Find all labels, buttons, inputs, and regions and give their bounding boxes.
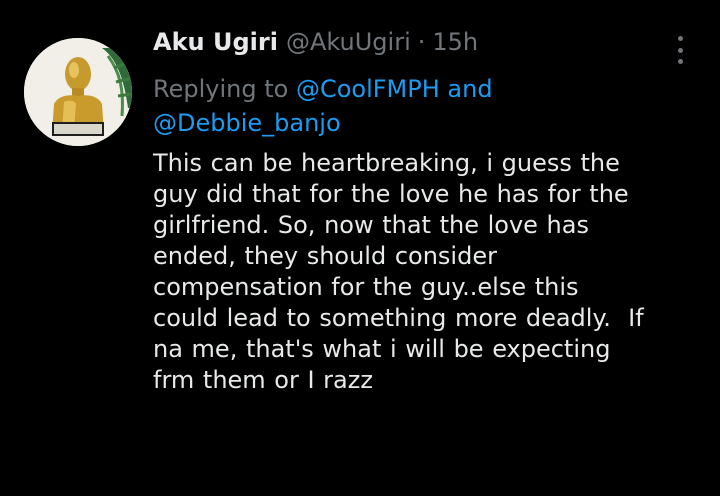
tweet-content: Aku Ugiri @AkuUgiri · 15h Replying to @C…: [153, 28, 693, 396]
timestamp[interactable]: 15h: [432, 28, 478, 56]
tweet-header: Aku Ugiri @AkuUgiri · 15h: [153, 28, 693, 72]
tweet-text: This can be heartbreaking, i guess the g…: [153, 148, 713, 396]
tweet-text-line: girlfriend. So, now that the love has: [153, 211, 589, 239]
tweet-text-line: na me, that's what i will be expecting: [153, 335, 611, 363]
tweet[interactable]: Aku Ugiri @AkuUgiri · 15h Replying to @C…: [0, 0, 720, 496]
separator-dot: ·: [417, 28, 426, 56]
tweet-text-line: This can be heartbreaking, i guess the: [153, 149, 620, 177]
mention-coolfmph[interactable]: @CoolFMPH: [296, 75, 440, 103]
more-dot: [677, 47, 683, 53]
more-options-icon[interactable]: [668, 34, 692, 66]
tweet-text-line: ended, they should consider: [153, 242, 497, 270]
tweet-text-line: guy did that for the love he has for the: [153, 180, 629, 208]
replying-to: Replying to @CoolFMPH and @Debbie_banjo: [153, 72, 623, 140]
tweet-text-line: compensation for the guy..else this: [153, 273, 579, 301]
tweet-text-line: could lead to something more deadly. If: [153, 304, 644, 332]
avatar[interactable]: [24, 38, 132, 146]
user-handle[interactable]: @AkuUgiri: [286, 28, 411, 56]
mention-and-others[interactable]: and: [447, 75, 492, 103]
more-dot: [677, 59, 683, 64]
tweet-text-line: frm them or I razz: [153, 366, 373, 394]
display-name[interactable]: Aku Ugiri: [153, 28, 278, 56]
replying-prefix: Replying to: [153, 75, 289, 103]
avatar-image: [24, 38, 132, 146]
more-dot: [677, 36, 683, 41]
mention-debbie-banjo[interactable]: @Debbie_banjo: [153, 109, 341, 137]
